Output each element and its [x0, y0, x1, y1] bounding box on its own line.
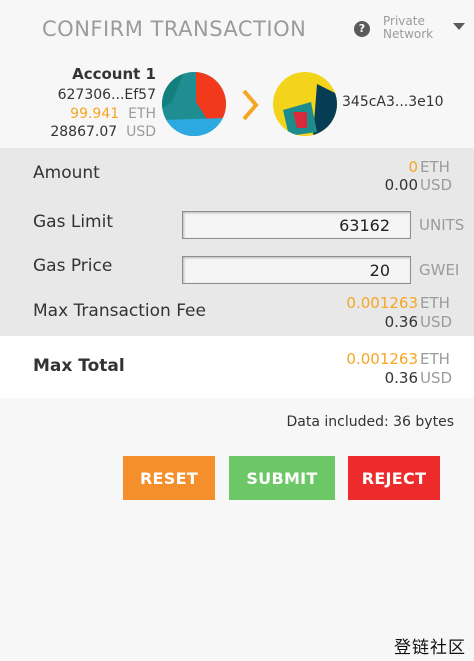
- max-total-usd-value: 0.36: [384, 369, 418, 387]
- gas-limit-unit: UNITS: [419, 216, 465, 234]
- transaction-details: Amount 0 ETH 0.00 USD Gas Limit UNITS Ga…: [0, 148, 474, 336]
- to-identicon: [273, 72, 337, 136]
- max-fee-eth-value: 0.001263: [346, 294, 418, 312]
- from-account-eth-balance: 99.941 ETH: [70, 106, 156, 122]
- header: CONFIRM TRANSACTION ? Private Network: [0, 0, 474, 60]
- max-fee-usd-value: 0.36: [384, 313, 418, 331]
- watermark: 登链社区: [394, 638, 466, 658]
- reset-button[interactable]: RESET: [123, 456, 215, 500]
- gas-limit-input[interactable]: [182, 211, 411, 239]
- amount-eth-unit: ETH: [420, 158, 450, 176]
- gas-price-label: Gas Price: [33, 256, 113, 276]
- max-fee-usd-unit: USD: [420, 313, 453, 331]
- submit-button[interactable]: SUBMIT: [229, 456, 335, 500]
- network-label-line2: Network: [383, 27, 434, 41]
- reject-button[interactable]: REJECT: [348, 456, 440, 500]
- from-identicon: [162, 72, 226, 136]
- max-total-eth-unit: ETH: [420, 350, 450, 368]
- from-account-address: 627306...Ef57: [57, 87, 156, 103]
- from-account-usd-balance: 28867.07 USD: [50, 124, 156, 140]
- account-summary: Account 1 627306...Ef57 99.941 ETH 28867…: [0, 60, 474, 148]
- max-fee-eth-unit: ETH: [420, 294, 450, 312]
- gas-price-unit: GWEI: [419, 261, 460, 279]
- gas-price-input[interactable]: [182, 256, 411, 284]
- amount-eth-value: 0: [408, 158, 418, 176]
- from-account-name: Account 1: [72, 65, 156, 83]
- caret-down-icon[interactable]: [453, 23, 465, 30]
- help-icon[interactable]: ?: [354, 21, 370, 37]
- max-fee-label: Max Transaction Fee: [33, 301, 206, 321]
- data-included-note: Data included: 36 bytes: [286, 414, 455, 430]
- usd-balance-value: 28867.07: [50, 124, 118, 140]
- eth-balance-value: 99.941: [70, 106, 120, 122]
- eth-balance-unit: ETH: [128, 106, 156, 122]
- amount-usd-value: 0.00: [384, 176, 418, 194]
- network-selector[interactable]: Private Network: [383, 15, 433, 41]
- amount-usd-unit: USD: [420, 176, 453, 194]
- amount-label: Amount: [33, 163, 100, 183]
- max-total-eth-value: 0.001263: [346, 350, 418, 368]
- page-title: CONFIRM TRANSACTION: [42, 17, 307, 41]
- chevron-right-icon: [242, 89, 259, 121]
- usd-balance-unit: USD: [126, 124, 156, 140]
- max-total-usd-unit: USD: [420, 369, 453, 387]
- max-total-label: Max Total: [33, 356, 125, 376]
- max-total-section: Max Total 0.001263 ETH 0.36 USD: [0, 336, 474, 398]
- gas-limit-label: Gas Limit: [33, 212, 113, 232]
- to-account-address: 345cA3...3e10: [342, 94, 444, 110]
